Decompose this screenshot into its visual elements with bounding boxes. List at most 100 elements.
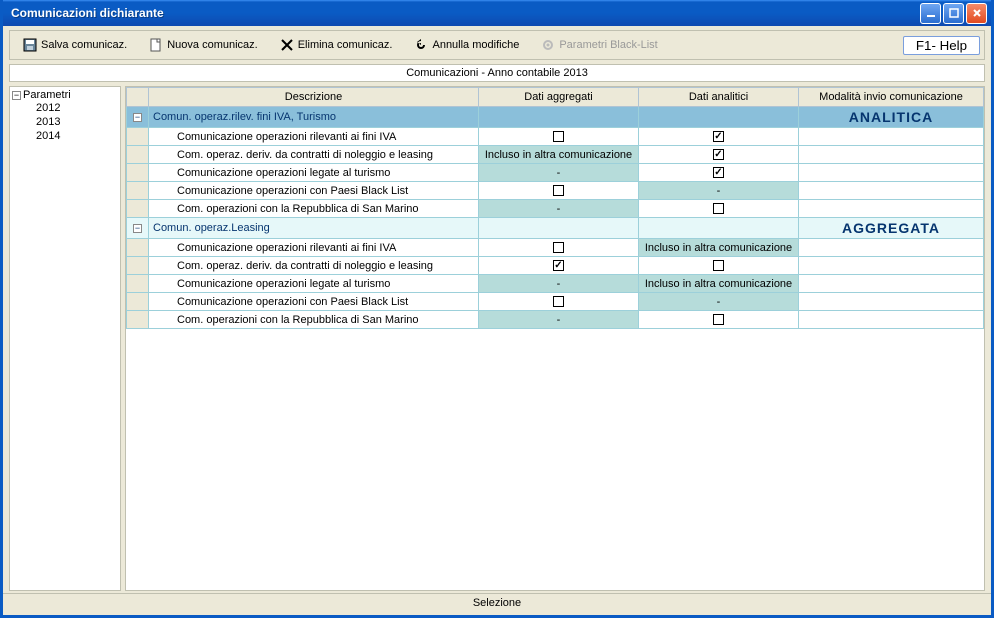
- new-button[interactable]: Nuova comunicaz.: [140, 35, 267, 55]
- cell-agg[interactable]: [479, 128, 639, 146]
- col-ana[interactable]: Dati analitici: [639, 88, 799, 107]
- cell-agg[interactable]: [479, 182, 639, 200]
- row-desc[interactable]: Comunicazione operazioni legate al turis…: [149, 164, 479, 182]
- tree-root-label: Parametri: [23, 89, 71, 101]
- checkbox-unchecked[interactable]: [713, 314, 724, 325]
- row-desc[interactable]: Com. operaz. deriv. da contratti di nole…: [149, 146, 479, 164]
- cell-mode: [799, 239, 984, 257]
- cell-agg[interactable]: -: [479, 164, 639, 182]
- checkbox-unchecked[interactable]: [553, 296, 564, 307]
- cell-agg[interactable]: [479, 293, 639, 311]
- row-handle: [127, 164, 149, 182]
- help-button[interactable]: F1- Help: [903, 36, 980, 55]
- row-desc[interactable]: Comunicazione operazioni rilevanti ai fi…: [149, 239, 479, 257]
- cell-ana[interactable]: -: [639, 293, 799, 311]
- row-desc[interactable]: Comunicazione operazioni rilevanti ai fi…: [149, 128, 479, 146]
- checkbox-checked[interactable]: [713, 131, 724, 142]
- checkbox-unchecked[interactable]: [713, 260, 724, 271]
- group-mode[interactable]: ANALITICA: [799, 107, 984, 128]
- group-agg: [479, 218, 639, 239]
- titlebar: Comunicazioni dichiarante: [3, 0, 991, 26]
- checkbox-unchecked[interactable]: [553, 131, 564, 142]
- group-mode[interactable]: AGGREGATA: [799, 218, 984, 239]
- cell-agg[interactable]: [479, 239, 639, 257]
- row-desc[interactable]: Comunicazione operazioni con Paesi Black…: [149, 182, 479, 200]
- row-desc[interactable]: Com. operaz. deriv. da contratti di nole…: [149, 257, 479, 275]
- save-label: Salva comunicaz.: [41, 39, 127, 51]
- undo-button[interactable]: Annulla modifiche: [405, 35, 528, 55]
- cell-mode: [799, 164, 984, 182]
- cell-mode: [799, 182, 984, 200]
- cell-agg[interactable]: Incluso in altra comunicazione: [479, 146, 639, 164]
- group-agg: [479, 107, 639, 128]
- cell-mode: [799, 275, 984, 293]
- cell-agg[interactable]: [479, 257, 639, 275]
- row-desc[interactable]: Com. operazioni con la Repubblica di San…: [149, 200, 479, 218]
- status-text: Selezione: [473, 597, 521, 609]
- group-toggle[interactable]: −: [127, 107, 149, 128]
- tree-item-2013[interactable]: 2013: [36, 115, 118, 129]
- blacklist-button: Parametri Black-List: [532, 35, 666, 55]
- cell-ana[interactable]: [639, 257, 799, 275]
- delete-icon: [280, 38, 294, 52]
- collapse-icon[interactable]: −: [12, 91, 21, 100]
- checkbox-checked[interactable]: [713, 167, 724, 178]
- new-label: Nuova comunicaz.: [167, 39, 258, 51]
- row-desc[interactable]: Comunicazione operazioni legate al turis…: [149, 275, 479, 293]
- cell-ana[interactable]: [639, 311, 799, 329]
- checkbox-checked[interactable]: [553, 260, 564, 271]
- cell-agg[interactable]: -: [479, 200, 639, 218]
- cell-ana[interactable]: Incluso in altra comunicazione: [639, 275, 799, 293]
- cell-ana[interactable]: -: [639, 182, 799, 200]
- row-handle: [127, 239, 149, 257]
- window-title: Comunicazioni dichiarante: [11, 6, 918, 20]
- group-toggle[interactable]: −: [127, 218, 149, 239]
- cell-mode: [799, 146, 984, 164]
- group-ana: [639, 218, 799, 239]
- cell-ana[interactable]: [639, 146, 799, 164]
- row-desc[interactable]: Com. operazioni con la Repubblica di San…: [149, 311, 479, 329]
- tree-root[interactable]: − Parametri: [12, 89, 118, 101]
- tree-item-2014[interactable]: 2014: [36, 129, 118, 143]
- checkbox-unchecked[interactable]: [553, 242, 564, 253]
- row-handle: [127, 128, 149, 146]
- undo-label: Annulla modifiche: [432, 39, 519, 51]
- row-handle: [127, 200, 149, 218]
- content-area: − Parametri 201220132014 Descrizione Dat…: [9, 86, 985, 591]
- cell-mode: [799, 293, 984, 311]
- col-mod[interactable]: Modalità invio comunicazione: [799, 88, 984, 107]
- maximize-icon: [949, 8, 959, 18]
- data-grid[interactable]: Descrizione Dati aggregati Dati analitic…: [126, 87, 984, 329]
- toolbar: Salva comunicaz. Nuova comunicaz. Elimin…: [9, 30, 985, 60]
- group-ana: [639, 107, 799, 128]
- row-handle: [127, 275, 149, 293]
- cell-ana[interactable]: [639, 128, 799, 146]
- group-title[interactable]: Comun. operaz.rilev. fini IVA, Turismo: [149, 107, 479, 128]
- row-handle: [127, 257, 149, 275]
- tree-item-2012[interactable]: 2012: [36, 101, 118, 115]
- col-desc[interactable]: Descrizione: [149, 88, 479, 107]
- close-icon: [972, 8, 982, 18]
- cell-agg[interactable]: -: [479, 275, 639, 293]
- row-handle: [127, 293, 149, 311]
- grid-wrap: Descrizione Dati aggregati Dati analitic…: [125, 86, 985, 591]
- row-desc[interactable]: Comunicazione operazioni con Paesi Black…: [149, 293, 479, 311]
- parameters-tree[interactable]: − Parametri 201220132014: [9, 86, 121, 591]
- cell-ana[interactable]: Incluso in altra comunicazione: [639, 239, 799, 257]
- cell-mode: [799, 200, 984, 218]
- checkbox-unchecked[interactable]: [713, 203, 724, 214]
- cell-ana[interactable]: [639, 164, 799, 182]
- close-button[interactable]: [966, 3, 987, 24]
- cell-agg[interactable]: -: [479, 311, 639, 329]
- checkbox-unchecked[interactable]: [553, 185, 564, 196]
- cell-ana[interactable]: [639, 200, 799, 218]
- save-button[interactable]: Salva comunicaz.: [14, 35, 136, 55]
- delete-button[interactable]: Elimina comunicaz.: [271, 35, 402, 55]
- maximize-button[interactable]: [943, 3, 964, 24]
- row-handle: [127, 182, 149, 200]
- minimize-button[interactable]: [920, 3, 941, 24]
- minimize-icon: [926, 8, 936, 18]
- checkbox-checked[interactable]: [713, 149, 724, 160]
- group-title[interactable]: Comun. operaz.Leasing: [149, 218, 479, 239]
- col-agg[interactable]: Dati aggregati: [479, 88, 639, 107]
